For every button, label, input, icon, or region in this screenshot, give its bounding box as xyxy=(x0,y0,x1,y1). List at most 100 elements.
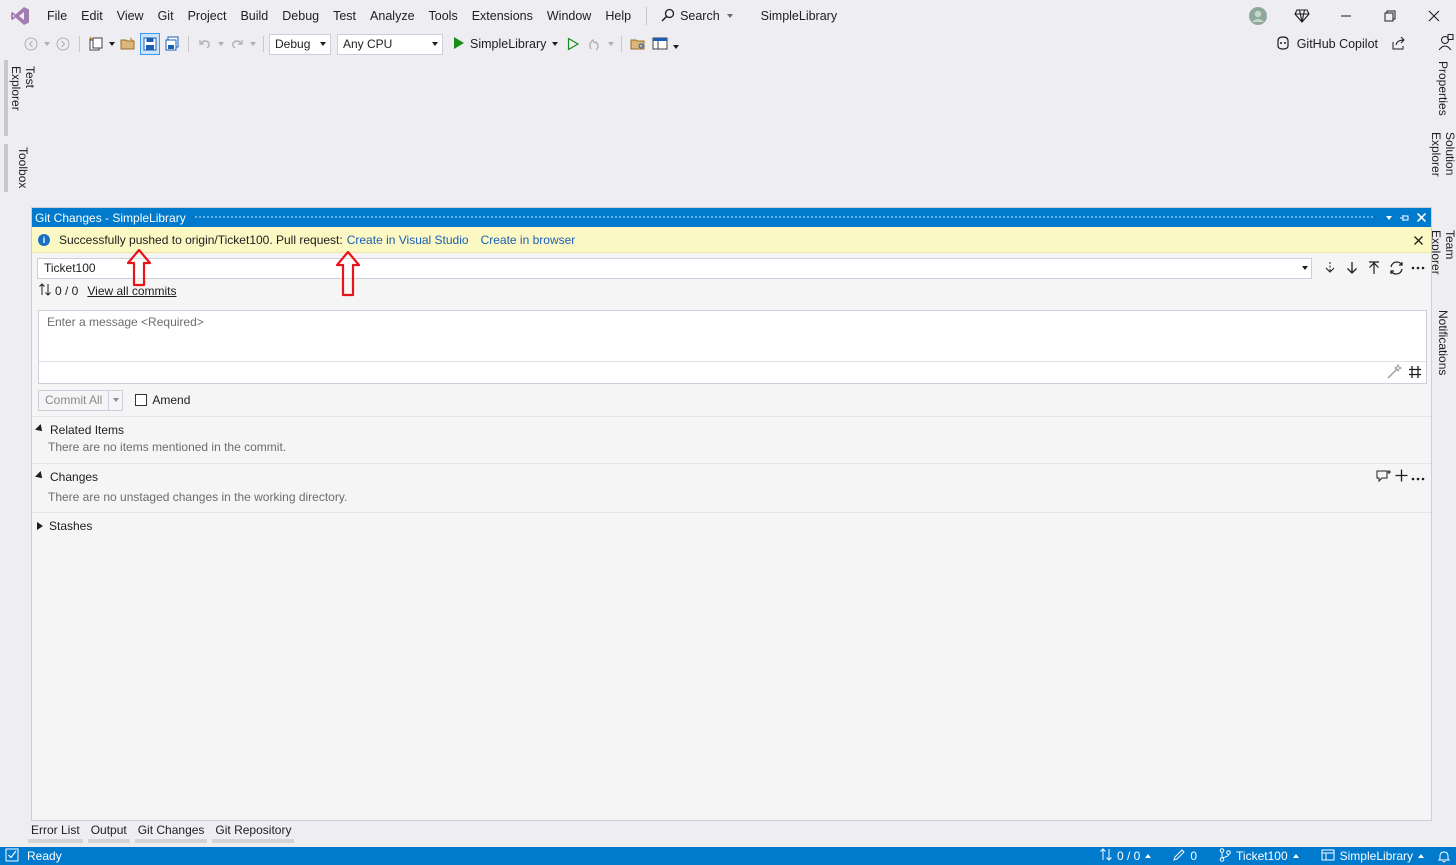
git-actions xyxy=(1322,259,1426,277)
commit-row: Commit All Amend xyxy=(38,389,190,411)
repository-status-button[interactable]: SimpleLibrary xyxy=(1321,849,1424,864)
tab-output[interactable]: Output xyxy=(87,821,130,843)
dismiss-infobar-icon[interactable] xyxy=(1414,227,1423,253)
tab-git-repository[interactable]: Git Repository xyxy=(212,821,295,843)
notifications-bell-icon[interactable] xyxy=(1438,850,1450,863)
navigate-forward-button[interactable] xyxy=(53,33,73,55)
branch-select[interactable]: Ticket100 xyxy=(37,257,1312,279)
status-text: Ready xyxy=(27,849,62,863)
pending-edits-button[interactable]: 0 xyxy=(1173,848,1197,864)
amend-option[interactable]: Amend xyxy=(135,393,190,407)
copilot-icon xyxy=(1275,35,1291,53)
save-icon[interactable] xyxy=(140,33,160,55)
stage-all-plus-icon[interactable] xyxy=(1395,469,1408,485)
hot-reload-icon[interactable] xyxy=(585,33,605,55)
chevron-down-icon[interactable] xyxy=(43,33,51,55)
chevron-down-icon xyxy=(726,14,733,18)
related-items-empty-text: There are no items mentioned in the comm… xyxy=(48,440,287,454)
tab-test-explorer[interactable]: Test Explorer xyxy=(4,60,37,136)
tab-solution-explorer[interactable]: Solution Explorer xyxy=(1429,126,1456,214)
search-button[interactable]: Search xyxy=(655,8,739,25)
chevron-down-icon[interactable] xyxy=(249,33,257,55)
menu-project[interactable]: Project xyxy=(181,0,234,32)
commit-all-label: Commit All xyxy=(45,393,103,407)
menu-test[interactable]: Test xyxy=(326,0,363,32)
menu-help[interactable]: Help xyxy=(598,0,638,32)
tab-properties[interactable]: Properties xyxy=(1430,60,1456,116)
bottom-tool-window-tabs: Error List Output Git Changes Git Reposi… xyxy=(28,821,299,843)
outgoing-incoming-counter: 0 / 0 xyxy=(39,283,78,299)
feedback-diamond-icon[interactable] xyxy=(1280,0,1324,32)
play-icon xyxy=(453,36,464,52)
menu-build[interactable]: Build xyxy=(233,0,275,32)
chevron-down-icon[interactable] xyxy=(607,33,615,55)
copilot-generate-message-icon[interactable] xyxy=(1386,363,1403,383)
admin-person-icon[interactable] xyxy=(1438,34,1454,55)
push-icon[interactable] xyxy=(1366,259,1382,277)
create-pr-in-vs-link[interactable]: Create in Visual Studio xyxy=(347,233,469,247)
restore-button[interactable] xyxy=(1368,0,1412,32)
pin-icon[interactable] xyxy=(1397,208,1413,227)
toolbar-overflow-icon[interactable] xyxy=(672,33,680,55)
redo-icon[interactable] xyxy=(227,33,247,55)
panel-title-bar[interactable]: Git Changes - SimpleLibrary xyxy=(32,208,1431,227)
tab-error-list[interactable]: Error List xyxy=(28,821,83,843)
stashes-header[interactable]: Stashes xyxy=(32,517,1431,535)
new-item-icon[interactable] xyxy=(86,33,106,55)
window-position-dropdown-icon[interactable] xyxy=(1381,208,1397,227)
menu-debug[interactable]: Debug xyxy=(275,0,326,32)
chevron-down-icon[interactable] xyxy=(217,33,225,55)
menu-analyze[interactable]: Analyze xyxy=(363,0,421,32)
more-options-icon[interactable] xyxy=(1411,470,1425,484)
solution-configuration-select[interactable]: Debug xyxy=(269,33,331,55)
save-all-icon[interactable] xyxy=(162,33,182,55)
close-window-button[interactable] xyxy=(1412,0,1456,32)
push-success-infobar: i Successfully pushed to origin/Ticket10… xyxy=(32,227,1431,253)
amend-label: Amend xyxy=(152,393,191,407)
amend-checkbox[interactable] xyxy=(135,394,148,406)
comment-add-icon[interactable] xyxy=(1376,469,1392,486)
create-pr-in-browser-link[interactable]: Create in browser xyxy=(481,233,576,247)
solution-platform-select[interactable]: Any CPU xyxy=(337,33,443,55)
hash-reference-icon[interactable] xyxy=(1408,365,1422,382)
menu-file[interactable]: File xyxy=(40,0,74,32)
menu-view[interactable]: View xyxy=(110,0,151,32)
fetch-icon[interactable] xyxy=(1322,259,1338,277)
sync-status-button[interactable]: 0 / 0 xyxy=(1100,848,1152,864)
chevron-down-icon[interactable] xyxy=(108,390,122,410)
info-icon: i xyxy=(38,233,50,246)
minimize-button[interactable] xyxy=(1324,0,1368,32)
github-copilot-button[interactable]: GitHub Copilot xyxy=(1275,32,1406,56)
menu-git[interactable]: Git xyxy=(151,0,181,32)
window-layout-icon[interactable] xyxy=(650,33,670,55)
navigate-back-button[interactable] xyxy=(21,33,41,55)
tab-git-changes[interactable]: Git Changes xyxy=(134,821,208,843)
sync-icon[interactable] xyxy=(1388,259,1404,277)
chevron-down-icon[interactable] xyxy=(108,33,116,55)
changes-header[interactable]: Changes xyxy=(32,468,1431,486)
commit-all-button[interactable]: Commit All xyxy=(38,389,124,411)
menu-tools[interactable]: Tools xyxy=(422,0,465,32)
tab-team-explorer[interactable]: Team Explorer xyxy=(1429,224,1456,300)
related-items-header[interactable]: Related Items xyxy=(32,421,1431,439)
pull-icon[interactable] xyxy=(1344,259,1360,277)
collapsed-triangle-icon xyxy=(37,522,43,530)
more-options-icon[interactable] xyxy=(1410,259,1426,277)
open-folder-icon[interactable] xyxy=(118,33,138,55)
share-icon[interactable] xyxy=(1392,36,1406,53)
start-without-debugging-icon[interactable] xyxy=(563,33,583,55)
branch-row: Ticket100 xyxy=(32,256,1431,280)
tab-notifications[interactable]: Notifications xyxy=(1430,310,1456,376)
branch-status-button[interactable]: Ticket100 xyxy=(1219,847,1299,865)
tab-toolbox[interactable]: Toolbox xyxy=(4,144,34,192)
changes-section: Changes There are no unstaged changes in… xyxy=(32,468,1431,505)
start-debugging-button[interactable]: SimpleLibrary xyxy=(449,36,562,52)
account-avatar[interactable] xyxy=(1236,0,1280,32)
close-icon[interactable] xyxy=(1413,208,1429,227)
commit-message-box[interactable]: Enter a message <Required> xyxy=(38,310,1427,384)
menu-extensions[interactable]: Extensions xyxy=(465,0,540,32)
folder-browse-icon[interactable] xyxy=(628,33,648,55)
menu-edit[interactable]: Edit xyxy=(74,0,110,32)
undo-icon[interactable] xyxy=(195,33,215,55)
menu-window[interactable]: Window xyxy=(540,0,598,32)
